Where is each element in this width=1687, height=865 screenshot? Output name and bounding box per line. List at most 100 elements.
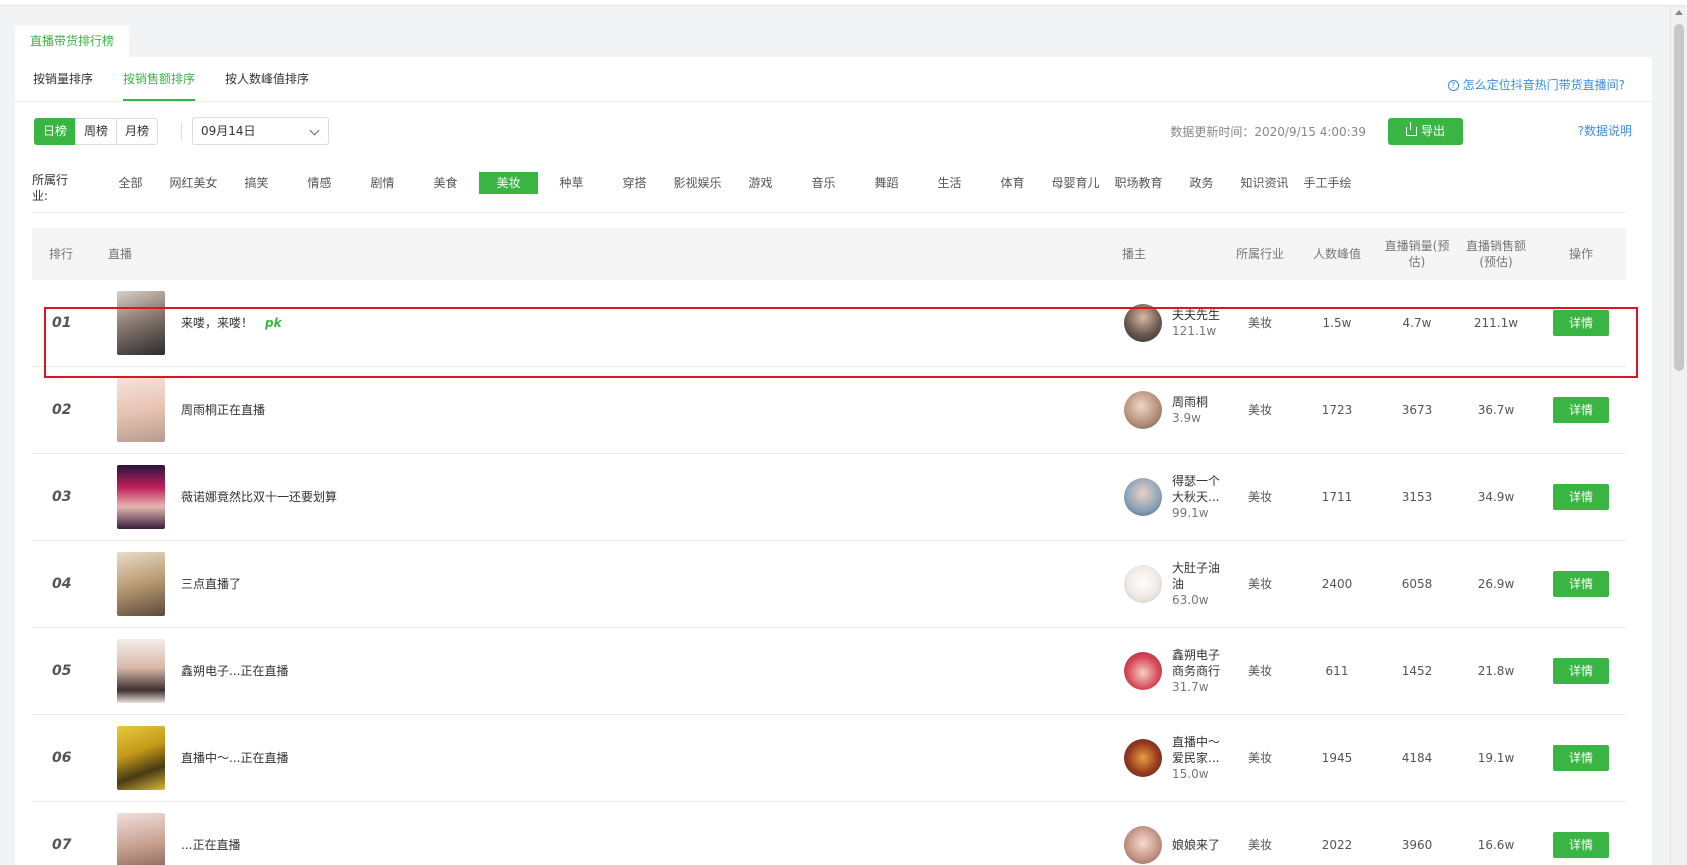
industry-option-active[interactable]: 美妆	[479, 172, 538, 194]
sort-tabs: 按销量排序 按销售额排序 按人数峰值排序	[33, 57, 339, 101]
col-industry: 所属行业	[1235, 247, 1284, 261]
rank: 02	[52, 402, 72, 418]
industry-option[interactable]: 手工手绘	[1298, 172, 1357, 194]
upload-icon	[1405, 122, 1417, 136]
live-title[interactable]: 直播中～...正在直播	[181, 715, 288, 801]
anchor-avatar[interactable]	[1124, 739, 1162, 777]
table-row: 02 周雨桐正在直播 周雨桐 3.9w 美妆 1723 3673 36.7w 详情	[32, 367, 1626, 454]
table-row: 06 直播中～...正在直播 直播中～爱民家... 15.0w 美妆 1945 4…	[32, 715, 1626, 802]
help-link[interactable]: ? 怎么定位抖音热门带货直播间?	[1447, 76, 1625, 93]
help-link-text: 怎么定位抖音热门带货直播间?	[1462, 78, 1625, 92]
detail-button[interactable]: 详情	[1553, 658, 1609, 684]
industry-option[interactable]: 体育	[983, 172, 1042, 194]
industry-option[interactable]: 舞蹈	[857, 172, 916, 194]
period-weekly-button[interactable]: 周榜	[75, 118, 118, 145]
live-cover[interactable]	[117, 465, 165, 529]
period-monthly-button[interactable]: 月榜	[116, 118, 159, 145]
anchor-info: 周雨桐 3.9w	[1172, 367, 1228, 453]
col-anchor: 播主	[1122, 247, 1147, 261]
detail-button[interactable]: 详情	[1553, 484, 1609, 510]
anchor-avatar[interactable]	[1124, 391, 1162, 429]
export-button[interactable]: 导出	[1388, 118, 1463, 145]
table-row: 03 薇诺娜竟然比双十一还要划算 得瑟一个大秋天... 99.1w 美妆 1711…	[32, 454, 1626, 541]
live-cover[interactable]	[117, 726, 165, 790]
col-action: 操作	[1568, 247, 1593, 261]
amount-cell: 21.8w	[1477, 664, 1515, 678]
rank: 05	[52, 663, 72, 679]
anchor-name[interactable]: 大肚子油油	[1172, 560, 1228, 592]
anchor-name[interactable]: 得瑟一个大秋天...	[1172, 473, 1228, 505]
live-title[interactable]: 三点直播了	[181, 541, 241, 627]
volume-cell: 1452	[1401, 664, 1433, 678]
industry-option[interactable]: 情感	[290, 172, 349, 194]
industry-option[interactable]: 知识资讯	[1235, 172, 1294, 194]
industry-option[interactable]: 政务	[1172, 172, 1231, 194]
tab-sort-by-amount[interactable]: 按销售额排序	[123, 57, 196, 101]
anchor-avatar[interactable]	[1124, 565, 1162, 603]
live-cover[interactable]	[117, 639, 165, 703]
rank: 07	[52, 837, 72, 853]
export-label: 导出	[1420, 124, 1445, 138]
live-cover[interactable]	[117, 552, 165, 616]
scroll-thumb[interactable]	[1674, 24, 1684, 371]
amount-cell: 36.7w	[1477, 403, 1515, 417]
peak-cell: 1945	[1321, 751, 1353, 765]
industry-option[interactable]: 母婴育儿	[1046, 172, 1105, 194]
peak-cell: 2400	[1321, 577, 1353, 591]
industry-option[interactable]: 音乐	[794, 172, 853, 194]
table-row: 04 三点直播了 大肚子油油 63.0w 美妆 2400 6058 26.9w 详…	[32, 541, 1626, 628]
amount-cell: 34.9w	[1477, 490, 1515, 504]
rank: 06	[52, 750, 72, 766]
table-row: 05 鑫朔电子...正在直播 鑫朔电子商务商行 31.7w 美妆 611 1452…	[32, 628, 1626, 715]
tab-sort-by-volume[interactable]: 按销量排序	[33, 57, 93, 101]
industry-option[interactable]: 职场教育	[1109, 172, 1168, 194]
period-daily-button[interactable]: 日榜	[34, 118, 77, 145]
anchor-avatar[interactable]	[1124, 478, 1162, 516]
live-title-text: ...正在直播	[181, 838, 241, 852]
detail-button[interactable]: 详情	[1553, 745, 1609, 771]
industry-option[interactable]: 剧情	[353, 172, 412, 194]
detail-button[interactable]: 详情	[1553, 832, 1609, 858]
top-border	[0, 0, 1687, 6]
industry-option[interactable]: 美食	[416, 172, 475, 194]
live-cover[interactable]	[117, 813, 165, 865]
detail-button[interactable]: 详情	[1553, 571, 1609, 597]
anchor-avatar[interactable]	[1124, 826, 1162, 864]
industry-option[interactable]: 全部	[101, 172, 160, 194]
industry-option[interactable]: 搞笑	[227, 172, 286, 194]
live-title[interactable]: ...正在直播	[181, 802, 240, 865]
live-title[interactable]: 薇诺娜竟然比双十一还要划算	[181, 454, 337, 540]
tab-sort-by-peak[interactable]: 按人数峰值排序	[225, 57, 309, 101]
industry-option[interactable]: 影视娱乐	[668, 172, 727, 194]
col-live: 直播	[108, 247, 133, 261]
anchor-name[interactable]: 鑫朔电子商务商行	[1172, 647, 1228, 679]
industry-option[interactable]: 网红美女	[164, 172, 223, 194]
industry-filter: 全部 网红美女 搞笑 情感 剧情 美食 美妆 种草 穿搭 影视娱乐 游戏 音乐 …	[101, 172, 1361, 194]
detail-button[interactable]: 详情	[1553, 397, 1609, 423]
industry-option[interactable]: 种草	[542, 172, 601, 194]
live-cover[interactable]	[117, 378, 165, 442]
industry-option[interactable]: 穿搭	[605, 172, 664, 194]
period-switch: 日榜 周榜 月榜	[34, 118, 159, 145]
anchor-avatar[interactable]	[1124, 652, 1162, 690]
industry-option[interactable]: 生活	[920, 172, 979, 194]
page-tab-live-ranking[interactable]: 直播带货排行榜	[15, 26, 130, 57]
col-peak: 人数峰值	[1312, 247, 1361, 261]
anchor-info: 得瑟一个大秋天... 99.1w	[1172, 454, 1228, 540]
live-title[interactable]: 鑫朔电子...正在直播	[181, 628, 288, 714]
highlight-frame	[44, 307, 1638, 378]
anchor-fans: 63.0w	[1172, 593, 1209, 607]
anchor-fans: 15.0w	[1172, 767, 1209, 781]
date-select[interactable]: 09月14日	[192, 117, 329, 145]
scrollbar[interactable]	[1670, 6, 1687, 865]
data-note-link[interactable]: ?数据说明	[1578, 122, 1632, 139]
anchor-name[interactable]: 娘娘来了	[1172, 837, 1228, 853]
industry-option[interactable]: 游戏	[731, 172, 790, 194]
anchor-name[interactable]: 周雨桐	[1172, 394, 1228, 410]
scroll-up-icon[interactable]	[1675, 10, 1683, 15]
rank: 03	[52, 489, 72, 505]
live-title[interactable]: 周雨桐正在直播	[181, 367, 265, 453]
col-rank: 排行	[48, 247, 73, 261]
anchor-name[interactable]: 直播中～爱民家...	[1172, 734, 1228, 766]
volume-cell: 4184	[1401, 751, 1433, 765]
